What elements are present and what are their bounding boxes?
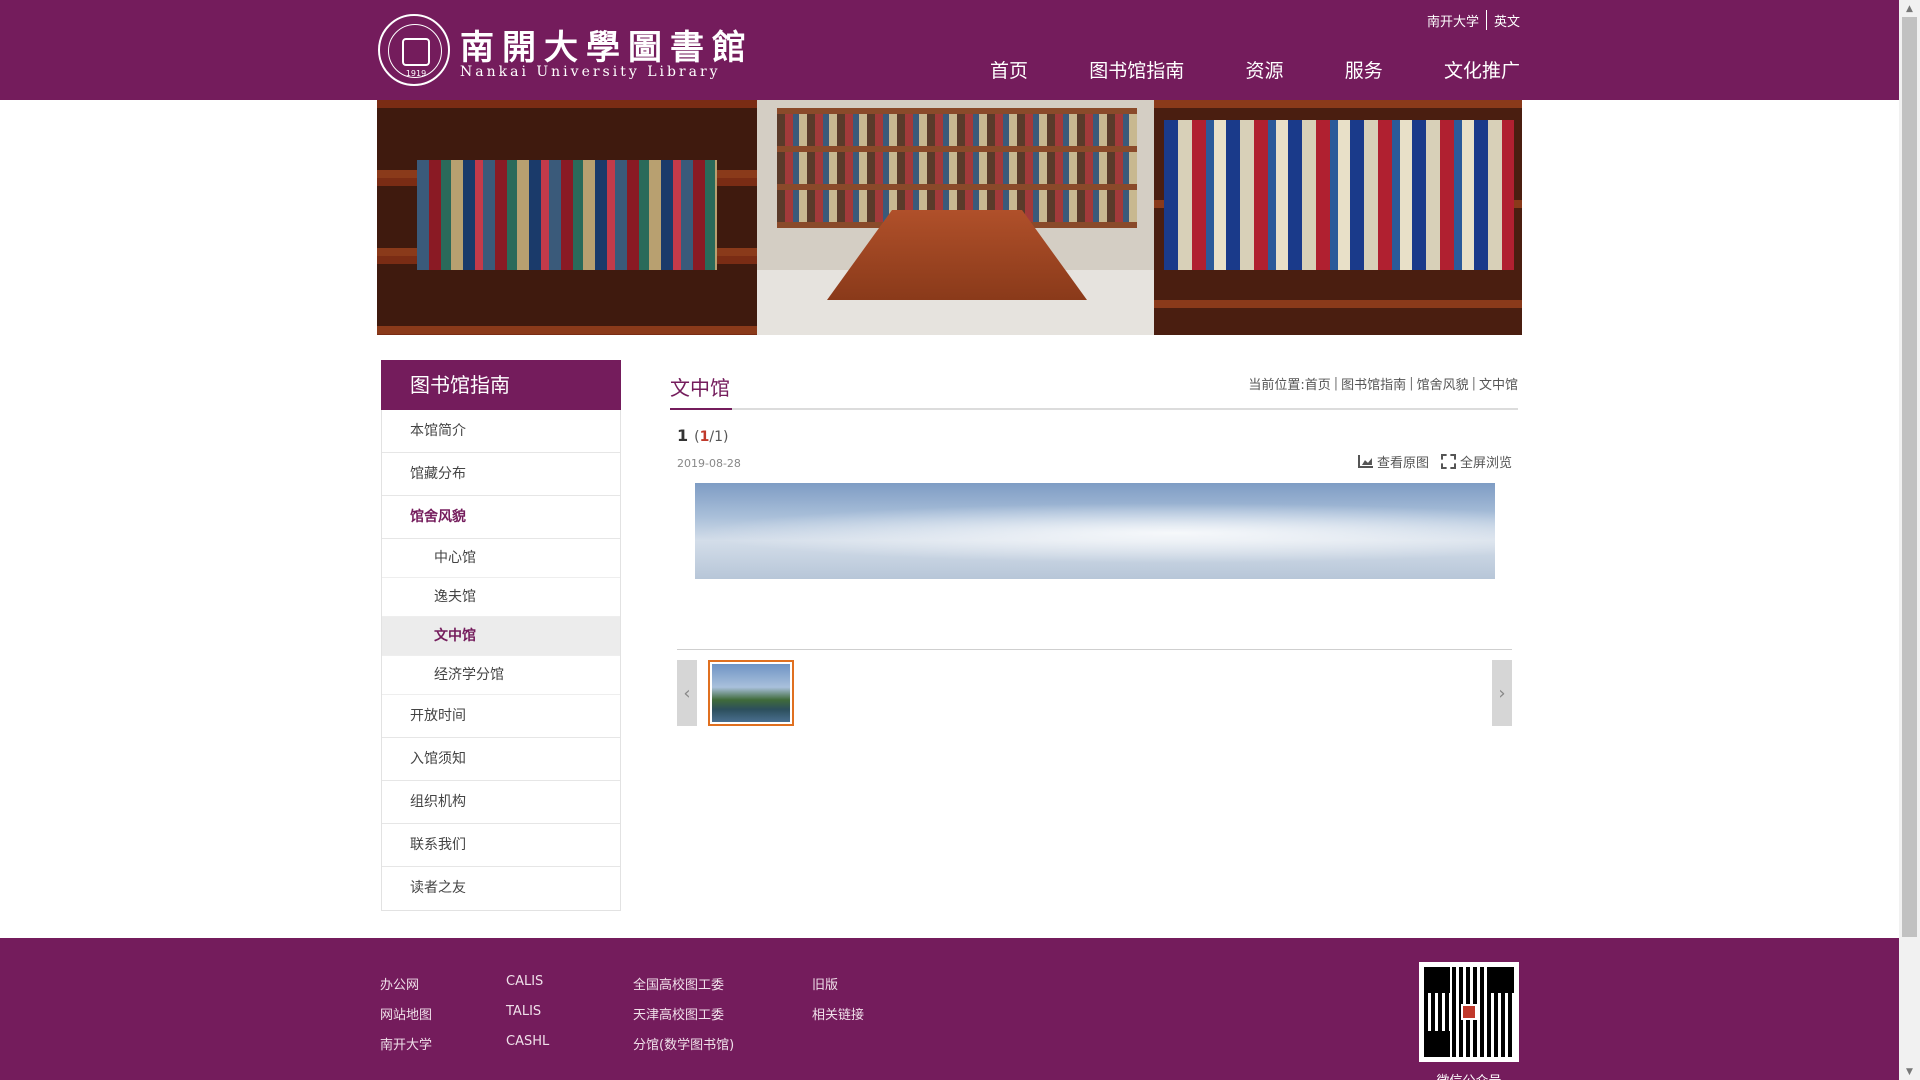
footer-column-1: 办公网 网站地图 南开大学 [380, 974, 432, 1053]
content-header: 文中馆 当前位置: 首页 | 图书馆指南 | 馆舍风貌 | 文中馆 [670, 360, 1518, 410]
footer-link-related-links[interactable]: 相关链接 [812, 1004, 864, 1023]
breadcrumb-separator: | [1471, 376, 1476, 391]
picture-current-index: 1 [699, 429, 710, 445]
breadcrumb-building-views[interactable]: 馆舍风貌 [1417, 374, 1469, 393]
picture-actions: 查看原图 全屏浏览 [1357, 452, 1512, 471]
fullscreen-button[interactable]: 全屏浏览 [1440, 452, 1512, 471]
nav-home[interactable]: 首页 [990, 56, 1028, 86]
view-original-label: 查看原图 [1376, 456, 1429, 471]
nav-resources[interactable]: 资源 [1245, 56, 1283, 86]
nav-culture-promotion[interactable]: 文化推广 [1444, 56, 1520, 86]
banner-bookshelf-left [377, 100, 757, 335]
footer-link-national-committee[interactable]: 全国高校图工委 [633, 974, 734, 993]
footer-link-math-branch[interactable]: 分馆(数学图书馆) [633, 1034, 734, 1053]
fullscreen-label: 全屏浏览 [1459, 456, 1512, 471]
sidebar-item-organization[interactable]: 组织机构 [382, 781, 620, 824]
breadcrumb: 当前位置: 首页 | 图书馆指南 | 馆舍风貌 | 文中馆 [1248, 374, 1518, 393]
wechat-qr-code [1419, 962, 1519, 1062]
picture-date: 2019-08-28 [677, 457, 741, 470]
picture-number: 1 [677, 426, 689, 445]
university-seal-icon: 1919 [378, 14, 450, 86]
thumbnail-item[interactable] [708, 660, 794, 726]
site-header: 1919 南開大學圖書館 Nankai University Library 南… [0, 0, 1899, 100]
sidebar-item-introduction[interactable]: 本馆简介 [382, 410, 620, 453]
footer-link-old-version[interactable]: 旧版 [812, 974, 864, 993]
qr-caption: 微信公众号 [1419, 1070, 1519, 1080]
sidebar: 图书馆指南 本馆简介 馆藏分布 馆舍风貌 中心馆 逸夫馆 文中馆 经济学分馆 开… [381, 360, 621, 911]
banner-image [377, 100, 1522, 335]
sidebar-item-readers-friend[interactable]: 读者之友 [382, 867, 620, 910]
chevron-left-icon: ‹ [683, 682, 691, 704]
title-underline [670, 408, 732, 410]
scroll-down-arrow-icon[interactable]: ▼ [1899, 1063, 1920, 1080]
image-icon [1357, 455, 1373, 468]
sidebar-subitem-economics-branch[interactable]: 经济学分馆 [382, 656, 620, 695]
nav-library-guide[interactable]: 图书馆指南 [1089, 56, 1184, 86]
sidebar-item-contact-us[interactable]: 联系我们 [382, 824, 620, 867]
sidebar-item-admission-rules[interactable]: 入馆须知 [382, 738, 620, 781]
seal-year: 1919 [405, 69, 427, 78]
logo-chinese-name: 南開大學圖書館 [460, 28, 754, 68]
chevron-right-icon: › [1498, 682, 1506, 704]
library-logo[interactable]: 1919 南開大學圖書館 Nankai University Library [378, 14, 746, 86]
sidebar-subitem-wenzhong-library[interactable]: 文中馆 [382, 617, 620, 656]
banner-bookshelf-right [1154, 100, 1522, 335]
main-nav: 首页 图书馆指南 资源 服务 文化推广 [990, 56, 1520, 86]
breadcrumb-separator: | [1409, 376, 1414, 391]
thumbnail-divider [677, 649, 1512, 650]
page-scrollbar[interactable]: ▲ ▼ [1899, 0, 1920, 1080]
footer-column-2: CALIS TALIS CASHL [506, 974, 549, 1052]
sidebar-subitem-central-library[interactable]: 中心馆 [382, 539, 620, 578]
breadcrumb-library-guide[interactable]: 图书馆指南 [1341, 374, 1406, 393]
main-content: 文中馆 当前位置: 首页 | 图书馆指南 | 馆舍风貌 | 文中馆 1 (1/1)… [670, 360, 1518, 726]
sidebar-item-opening-hours[interactable]: 开放时间 [382, 695, 620, 738]
top-links: 南开大学 英文 [1400, 8, 1520, 32]
top-link-divider [1485, 10, 1487, 30]
main-photo[interactable] [695, 483, 1495, 579]
nav-services[interactable]: 服务 [1345, 56, 1383, 86]
breadcrumb-current[interactable]: 文中馆 [1479, 374, 1518, 393]
breadcrumb-prefix: 当前位置: [1248, 378, 1305, 393]
picture-index: (1/1) [694, 429, 728, 445]
fullscreen-icon [1440, 454, 1456, 469]
footer-link-office[interactable]: 办公网 [380, 974, 432, 993]
scroll-up-arrow-icon[interactable]: ▲ [1899, 0, 1920, 17]
sidebar-menu: 本馆简介 馆藏分布 馆舍风貌 中心馆 逸夫馆 文中馆 经济学分馆 开放时间 入馆… [381, 410, 621, 911]
top-link-nankai[interactable]: 南开大学 [1427, 11, 1479, 30]
logo-english-name: Nankai University Library [460, 64, 721, 80]
sidebar-title: 图书馆指南 [381, 360, 621, 410]
thumbnail-next-button[interactable]: › [1492, 660, 1512, 726]
footer-column-3: 全国高校图工委 天津高校图工委 分馆(数学图书馆) [633, 974, 734, 1053]
site-footer: 办公网 网站地图 南开大学 CALIS TALIS CASHL 全国高校图工委 … [0, 938, 1899, 1080]
qr-center-logo [1461, 1004, 1477, 1020]
top-link-english[interactable]: 英文 [1494, 11, 1520, 30]
view-original-button[interactable]: 查看原图 [1357, 452, 1429, 471]
breadcrumb-separator: | [1333, 376, 1339, 391]
picture-counter: 1 (1/1) [677, 426, 728, 445]
footer-link-sitemap[interactable]: 网站地图 [380, 1004, 432, 1023]
seal-emblem [402, 38, 430, 66]
footer-link-calis[interactable]: CALIS [506, 974, 549, 992]
footer-link-nankai[interactable]: 南开大学 [380, 1034, 432, 1053]
sidebar-item-collection-distribution[interactable]: 馆藏分布 [382, 453, 620, 496]
thumbnail-image [712, 664, 790, 722]
footer-link-cashl[interactable]: CASHL [506, 1034, 549, 1052]
footer-link-talis[interactable]: TALIS [506, 1004, 549, 1022]
breadcrumb-home[interactable]: 首页 [1305, 374, 1331, 393]
thumbnail-prev-button[interactable]: ‹ [677, 660, 697, 726]
page-title: 文中馆 [670, 376, 730, 400]
sidebar-item-building-views[interactable]: 馆舍风貌 [382, 496, 620, 539]
sidebar-subitem-yifu-library[interactable]: 逸夫馆 [382, 578, 620, 617]
picture-total: /1) [709, 429, 729, 445]
scrollbar-thumb[interactable] [1902, 17, 1917, 937]
footer-column-4: 旧版 相关链接 [812, 974, 864, 1023]
footer-link-tianjin-committee[interactable]: 天津高校图工委 [633, 1004, 734, 1023]
